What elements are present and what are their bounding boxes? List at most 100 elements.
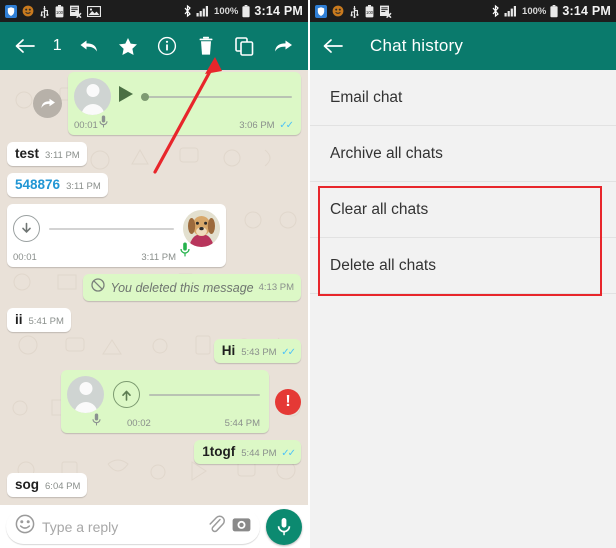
document-x-icon bbox=[379, 5, 392, 18]
trash-icon[interactable] bbox=[193, 33, 219, 59]
message-row-text-in-3[interactable]: ii 5:41 PM bbox=[7, 308, 301, 332]
deleted-message-bubble[interactable]: You deleted this message 4:13 PM bbox=[83, 274, 301, 301]
text-message-bubble[interactable]: 548876 3:11 PM bbox=[7, 173, 108, 197]
emoji-icon bbox=[332, 5, 344, 17]
message-text: Hi bbox=[221, 343, 236, 358]
clock-left: 3:14 PM bbox=[254, 4, 303, 18]
menu-item-label: Delete all chats bbox=[330, 256, 436, 274]
bluetooth-icon bbox=[183, 4, 192, 18]
voice-progress-knob[interactable] bbox=[141, 92, 149, 101]
menu-item-archive-all-chats[interactable]: Archive all chats bbox=[310, 126, 616, 182]
message-time: 6:04 PM bbox=[45, 481, 81, 492]
message-row-deleted-out-1[interactable]: You deleted this message 4:13 PM bbox=[7, 274, 301, 301]
avatar bbox=[67, 376, 104, 413]
page-title: Chat history bbox=[370, 36, 464, 55]
message-text: ii bbox=[15, 312, 23, 327]
camera-icon[interactable] bbox=[232, 516, 251, 538]
avatar bbox=[74, 78, 111, 115]
battery-icon bbox=[550, 4, 558, 18]
blocked-icon bbox=[91, 278, 106, 297]
voice-time: 3:11 PM bbox=[141, 252, 176, 263]
voice-player[interactable] bbox=[67, 376, 260, 426]
menu-item-email-chat[interactable]: Email chat bbox=[310, 70, 616, 126]
message-time: 3:11 PM bbox=[66, 181, 101, 192]
usb-icon bbox=[39, 5, 50, 18]
chat-history-screen: 100 100% 3:14 PM Chat history Email chat… bbox=[308, 0, 616, 548]
shield-icon bbox=[5, 4, 17, 18]
reply-input-placeholder[interactable]: Type a reply bbox=[42, 519, 200, 535]
svg-text:100: 100 bbox=[366, 10, 374, 15]
voice-progress-track[interactable] bbox=[141, 92, 292, 101]
text-message-bubble[interactable]: ii 5:41 PM bbox=[7, 308, 71, 332]
reply-icon[interactable] bbox=[76, 33, 102, 59]
message-row-text-out-2[interactable]: 1togf 5:44 PM ✓✓ bbox=[7, 440, 301, 464]
text-message-bubble[interactable]: Hi 5:43 PM ✓✓ bbox=[213, 339, 301, 363]
emoji-icon[interactable] bbox=[15, 514, 35, 539]
paperclip-icon[interactable] bbox=[207, 515, 225, 539]
chat-history-menu[interactable]: Email chat Archive all chats Clear all c… bbox=[310, 70, 616, 548]
voice-message-bubble[interactable]: 00:01 3:06 PM ✓✓ bbox=[68, 72, 301, 135]
battery-saver-icon: 100 bbox=[365, 4, 374, 18]
copy-icon[interactable] bbox=[231, 33, 257, 59]
chat-message-list[interactable]: 00:01 3:06 PM ✓✓ test 3:11 PM 548876 3:1… bbox=[0, 70, 308, 505]
usb-icon bbox=[349, 5, 360, 18]
forwarded-icon bbox=[33, 89, 62, 118]
download-icon[interactable] bbox=[13, 215, 40, 242]
text-message-bubble[interactable]: test 3:11 PM bbox=[7, 142, 87, 166]
menu-item-delete-all-chats[interactable]: Delete all chats bbox=[310, 238, 616, 294]
message-row-text-in-1[interactable]: test 3:11 PM bbox=[7, 142, 301, 166]
voice-progress-track[interactable] bbox=[149, 393, 260, 396]
back-arrow-icon[interactable] bbox=[12, 33, 38, 59]
selected-count: 1 bbox=[52, 37, 62, 54]
back-arrow-icon[interactable] bbox=[320, 33, 346, 59]
info-icon[interactable] bbox=[154, 33, 180, 59]
battery-percent: 100% bbox=[214, 5, 239, 17]
read-ticks-icon: ✓✓ bbox=[279, 120, 294, 131]
message-text-link[interactable]: 548876 bbox=[15, 177, 60, 193]
menu-item-clear-all-chats[interactable]: Clear all chats bbox=[310, 182, 616, 238]
voice-time: 3:06 PM ✓✓ bbox=[239, 120, 294, 131]
message-row-text-in-2[interactable]: 548876 3:11 PM bbox=[7, 173, 301, 197]
message-row-voice-out-1[interactable]: 00:01 3:06 PM ✓✓ bbox=[7, 72, 301, 135]
menu-item-label: Clear all chats bbox=[330, 200, 429, 218]
message-row-voice-in-1[interactable]: 00:01 3:11 PM bbox=[7, 204, 301, 267]
battery-saver-icon: 100 bbox=[55, 4, 64, 18]
message-row-text-out-1[interactable]: Hi 5:43 PM ✓✓ bbox=[7, 339, 301, 363]
voice-duration: 00:02 bbox=[127, 418, 151, 429]
message-row-text-in-4[interactable]: sog 6:04 PM bbox=[7, 473, 301, 497]
voice-message-bubble[interactable]: 00:02 5:44 PM bbox=[61, 370, 269, 433]
menu-item-label: Email chat bbox=[330, 88, 403, 106]
voice-player[interactable] bbox=[74, 78, 292, 128]
selection-toolbar: 1 bbox=[0, 22, 308, 70]
mic-icon bbox=[180, 242, 190, 262]
signal-icon bbox=[196, 5, 210, 17]
status-bar-right: 100% 3:14 PM bbox=[491, 4, 611, 18]
text-message-bubble[interactable]: sog 6:04 PM bbox=[7, 473, 88, 497]
voice-message-bubble[interactable]: 00:01 3:11 PM bbox=[7, 204, 226, 267]
error-icon[interactable]: ! bbox=[275, 388, 301, 415]
message-time: 4:13 PM bbox=[258, 281, 294, 293]
status-bar-right: 100% 3:14 PM bbox=[183, 4, 303, 18]
reply-input-pill[interactable]: Type a reply bbox=[6, 509, 260, 544]
voice-duration: 00:01 bbox=[13, 252, 37, 263]
message-time: 5:41 PM bbox=[28, 316, 64, 327]
mic-icon bbox=[92, 413, 101, 431]
menu-item-label: Archive all chats bbox=[330, 144, 443, 162]
voice-progress-track[interactable] bbox=[49, 227, 174, 230]
voice-time: 5:44 PM bbox=[224, 418, 260, 429]
chat-history-toolbar: Chat history bbox=[310, 22, 616, 70]
voice-record-button[interactable] bbox=[266, 508, 302, 545]
forward-icon[interactable] bbox=[270, 33, 296, 59]
clock-right: 3:14 PM bbox=[562, 4, 611, 18]
star-icon[interactable] bbox=[115, 33, 141, 59]
message-composer: Type a reply bbox=[0, 505, 308, 548]
play-icon[interactable] bbox=[118, 85, 134, 108]
message-text: 1togf bbox=[202, 444, 236, 459]
status-bar-right-screen: 100 100% 3:14 PM bbox=[310, 0, 616, 22]
text-message-bubble[interactable]: 1togf 5:44 PM ✓✓ bbox=[194, 440, 301, 464]
bluetooth-icon bbox=[491, 4, 500, 18]
message-row-voice-out-2[interactable]: 00:02 5:44 PM ! bbox=[7, 370, 301, 433]
voice-duration: 00:01 bbox=[74, 120, 98, 131]
upload-icon[interactable] bbox=[113, 381, 140, 408]
status-bar-left: 100 100% 3:14 PM bbox=[0, 0, 308, 22]
